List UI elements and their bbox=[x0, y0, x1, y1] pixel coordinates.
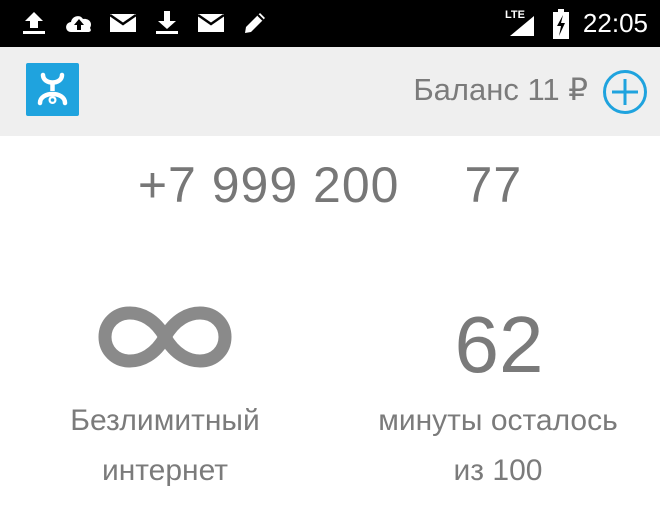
download-icon bbox=[156, 11, 178, 34]
signal-icon bbox=[510, 16, 534, 36]
internet-label: Безлимитный интернет bbox=[40, 403, 290, 489]
minutes-label: минуты осталось из 100 bbox=[340, 403, 656, 489]
minutes-label-line1: минуты осталось bbox=[378, 404, 618, 437]
mail-icon bbox=[197, 13, 225, 32]
app-bar: Баланс 11 ₽ bbox=[0, 47, 660, 136]
cloud-upload-icon bbox=[66, 16, 92, 32]
battery-charging-icon bbox=[553, 9, 569, 39]
minutes-remaining-value: 62 bbox=[454, 300, 544, 389]
internet-label-line1: Безлимитный bbox=[70, 404, 260, 437]
phone-number-mask bbox=[400, 160, 462, 220]
minutes-label-line2: из 100 bbox=[453, 454, 543, 487]
pencil-icon bbox=[245, 13, 265, 33]
upload-icon bbox=[23, 12, 45, 34]
status-clock: 22:05 bbox=[582, 8, 648, 38]
yota-logo-icon[interactable] bbox=[26, 63, 79, 116]
plus-circle-icon[interactable] bbox=[602, 69, 648, 115]
status-bar: LTE 22:05 bbox=[0, 0, 660, 47]
mail-icon bbox=[109, 13, 137, 32]
phone-number: +7 999 200 ·· 77 bbox=[137, 157, 523, 213]
infinity-icon bbox=[98, 306, 232, 368]
balance-label[interactable]: Баланс 11 ₽ bbox=[413, 72, 588, 108]
internet-label-line2: интернет bbox=[101, 454, 229, 487]
